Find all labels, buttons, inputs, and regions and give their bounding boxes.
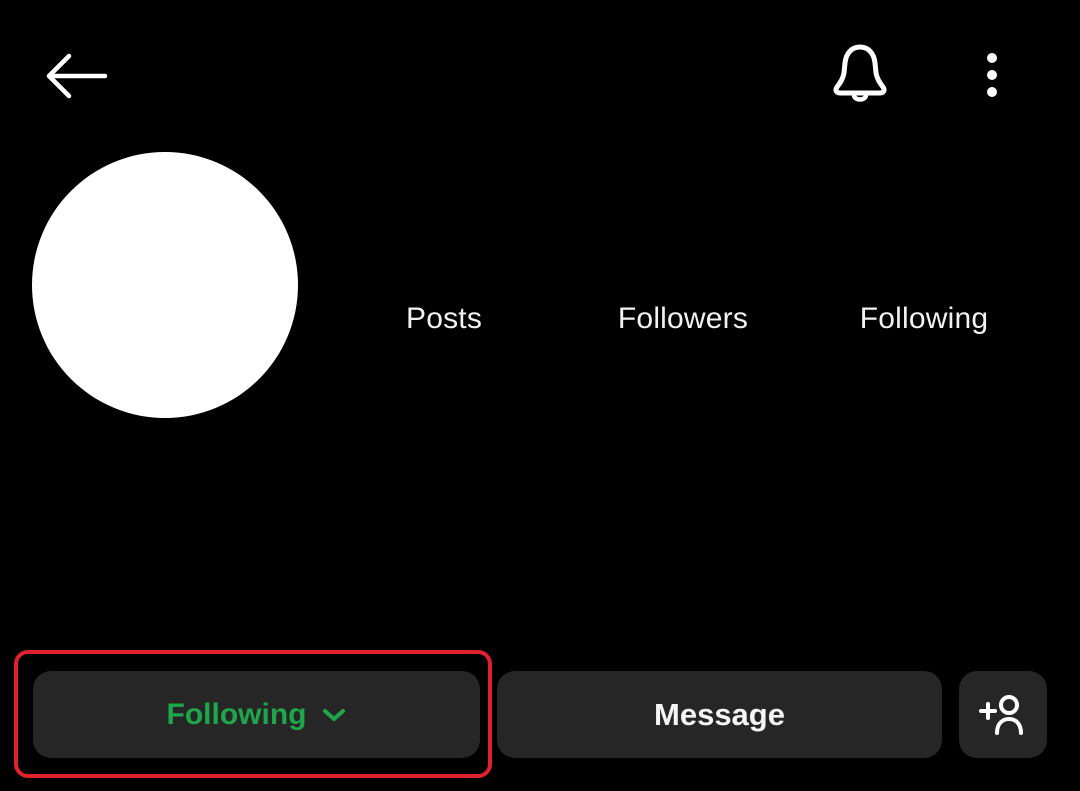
stat-following[interactable]: Following [840, 302, 1008, 336]
arrow-left-icon [46, 53, 108, 99]
stat-followers[interactable]: Followers [600, 302, 766, 336]
more-options-button[interactable] [970, 45, 1014, 105]
message-button-label: Message [654, 696, 785, 732]
back-button[interactable] [40, 45, 112, 107]
message-button[interactable]: Message [497, 671, 942, 758]
stat-posts[interactable]: Posts [380, 302, 508, 336]
add-person-icon [979, 694, 1023, 735]
bell-icon [833, 44, 887, 102]
following-button[interactable]: Following [33, 671, 480, 758]
add-user-button[interactable] [959, 671, 1047, 758]
following-button-label: Following [166, 697, 307, 731]
profile-screen: Posts Followers Following Following Mess… [0, 0, 1080, 791]
avatar[interactable] [32, 152, 298, 418]
notifications-button[interactable] [825, 40, 895, 110]
chevron-down-icon [322, 707, 346, 723]
more-vertical-icon [987, 53, 997, 97]
